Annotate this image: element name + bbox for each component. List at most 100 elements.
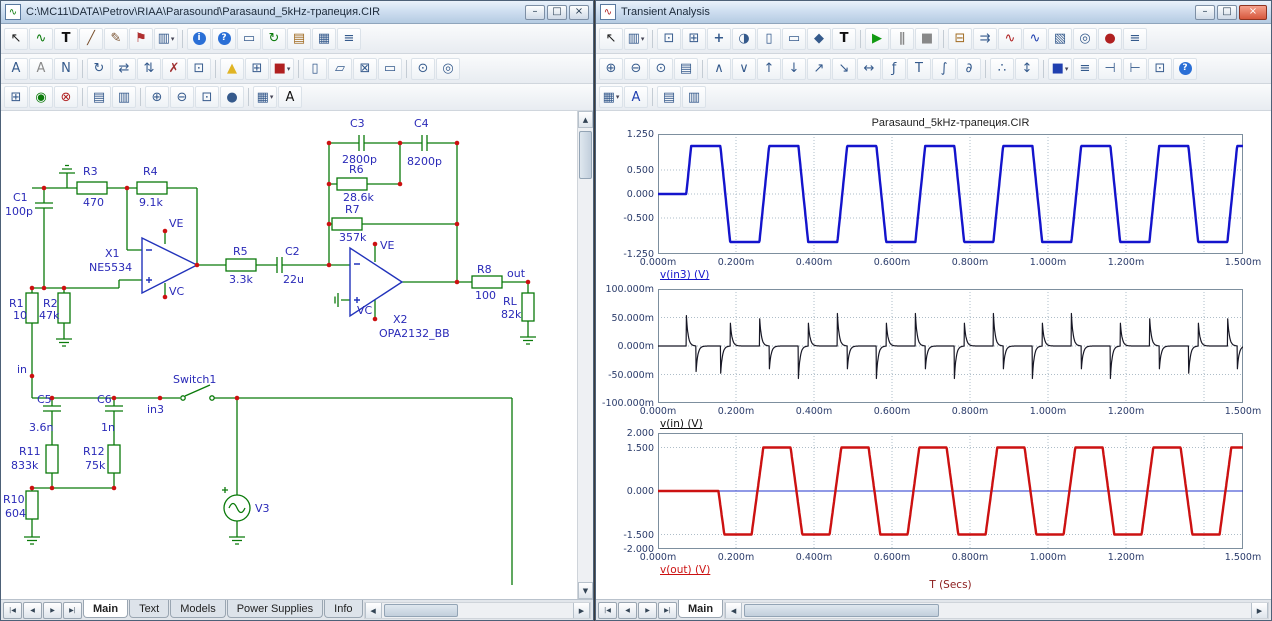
schematic-label-604[interactable]: 604 — [5, 507, 26, 520]
paste-button[interactable]: ▥ — [682, 86, 706, 108]
copy-button[interactable]: ▤ — [657, 86, 681, 108]
schematic-label-R12[interactable]: R12 — [83, 445, 105, 458]
border-tool-button[interactable]: ▭ — [378, 58, 402, 80]
numeric-output-button[interactable]: ≡ — [1123, 28, 1147, 50]
color-menu-dropdown-icon[interactable]: ▾ — [287, 65, 291, 73]
vertical-tag-button[interactable]: ▯ — [757, 28, 781, 50]
3d-windows-button[interactable]: ▧ — [1048, 28, 1072, 50]
schematic-label-100[interactable]: 100 — [475, 289, 496, 302]
wire-mode-button[interactable]: ∿ — [29, 28, 53, 50]
color-menu-button[interactable]: ■▾ — [270, 58, 294, 80]
numeric-list-button[interactable]: ≡ — [1073, 58, 1097, 80]
tab-info[interactable]: Info — [324, 600, 362, 618]
close-button[interactable]: × — [569, 5, 589, 20]
schematic-label-OPA2132_BB[interactable]: OPA2132_BB — [379, 327, 450, 340]
scroll-left-button[interactable]: ◀ — [365, 603, 382, 618]
grid-text-button[interactable]: A — [29, 58, 53, 80]
tab-nav-next-button[interactable]: ▶ — [638, 602, 657, 619]
flag-mode-button[interactable]: ⚑ — [129, 28, 153, 50]
schematic-label-357k[interactable]: 357k — [339, 231, 367, 244]
region-box-button[interactable]: ⊠ — [353, 58, 377, 80]
schematic-label-VC[interactable]: VC — [357, 304, 373, 317]
tab-nav-next-button[interactable]: ▶ — [43, 602, 62, 619]
mode-menu-dropdown-icon[interactable]: ▾ — [270, 93, 274, 101]
maximize-button[interactable]: □ — [547, 5, 567, 20]
schematic-label-R4[interactable]: R4 — [143, 165, 158, 178]
window-select-button[interactable]: ▭ — [237, 28, 261, 50]
watch-button[interactable]: ◎ — [1073, 28, 1097, 50]
schematic-label-9.1k[interactable]: 9.1k — [139, 196, 163, 209]
grid-menu-button[interactable]: ▦▾ — [599, 86, 623, 108]
scroll-left-button[interactable]: ◀ — [725, 603, 742, 618]
run-button[interactable]: ▶ — [865, 28, 889, 50]
horizontal-scroll-thumb[interactable] — [744, 604, 939, 617]
schematic-label-10[interactable]: 10 — [13, 309, 27, 322]
schematic-label-R11[interactable]: R11 — [19, 445, 41, 458]
help-mode-button[interactable]: ? — [212, 28, 236, 50]
schematic-label-R8[interactable]: R8 — [477, 263, 492, 276]
schematic-label-C2[interactable]: C2 — [285, 245, 300, 258]
magnify-query-button[interactable]: ⊙ — [649, 58, 673, 80]
tab-nav-first-button[interactable]: |◀ — [3, 602, 22, 619]
new-page-button[interactable]: ▯ — [303, 58, 327, 80]
tag-high-button[interactable]: ↑ — [757, 58, 781, 80]
plot-box-3[interactable] — [658, 433, 1243, 549]
tile-windows-button[interactable]: ⊞ — [4, 86, 28, 108]
schematic-label-Switch1[interactable]: Switch1 — [173, 373, 216, 386]
close-file-button[interactable]: ⊗ — [54, 86, 78, 108]
zoom-area-button[interactable]: ⊡ — [195, 86, 219, 108]
go-left-button[interactable]: ⊣ — [1098, 58, 1122, 80]
mirror-vertical-button[interactable]: ⇅ — [137, 58, 161, 80]
schematic-label-NE5534[interactable]: NE5534 — [89, 261, 132, 274]
horizontal-scroll-thumb[interactable] — [384, 604, 459, 617]
cut-button[interactable]: ✗ — [162, 58, 186, 80]
analysis-titlebar[interactable]: ∿ Transient Analysis – □ × — [596, 1, 1271, 24]
magnify-out-button[interactable]: ⊖ — [624, 58, 648, 80]
component-menu-dropdown-icon[interactable]: ▾ — [171, 35, 175, 43]
maximize-button[interactable]: □ — [1217, 5, 1237, 20]
tab-power-supplies[interactable]: Power Supplies — [227, 600, 323, 618]
schematic-label-VE[interactable]: VE — [169, 217, 184, 230]
vertical-scroll-track[interactable] — [578, 128, 593, 582]
tag-fall-button[interactable]: ↘ — [832, 58, 856, 80]
tab-models[interactable]: Models — [170, 600, 225, 618]
schematic-label-3.6n[interactable]: 3.6n — [29, 421, 53, 434]
plot-box-2[interactable] — [658, 289, 1243, 403]
schematic-label-in3[interactable]: in3 — [147, 403, 164, 416]
paste-from-clipboard-button[interactable]: ▥ — [112, 86, 136, 108]
horizontal-scrollbar[interactable]: ◀▶ — [724, 602, 1269, 619]
schematic-label-in[interactable]: in — [17, 363, 27, 376]
cursor-mode-button[interactable]: + — [707, 28, 731, 50]
schematic-label-833k[interactable]: 833k — [11, 459, 39, 472]
schematic-label-470[interactable]: 470 — [83, 196, 104, 209]
scroll-up-button[interactable]: ▲ — [578, 111, 593, 128]
horizontal-tag-button[interactable]: ▭ — [782, 28, 806, 50]
schematic-label-8200p[interactable]: 8200p — [407, 155, 442, 168]
color-menu-dropdown-icon[interactable]: ▾ — [1065, 65, 1069, 73]
zoom-out-button[interactable]: ⊖ — [170, 86, 194, 108]
ruler-button[interactable]: ↕ — [1015, 58, 1039, 80]
derivative-button[interactable]: ∂ — [957, 58, 981, 80]
scroll-down-button[interactable]: ▼ — [578, 582, 593, 599]
plot-box-1[interactable] — [658, 134, 1243, 254]
info-mode-button[interactable]: i — [187, 28, 211, 50]
minimize-button[interactable]: – — [525, 5, 545, 20]
schematic-canvas[interactable]: C32800pC48200pR628.6kR7357kR3470R49.1kC1… — [1, 111, 578, 599]
waveform-blue-button[interactable]: ∿ — [1023, 28, 1047, 50]
pause-button[interactable]: ∥ — [890, 28, 914, 50]
integral-button[interactable]: ∫ — [932, 58, 956, 80]
schematic-vertical-scrollbar[interactable]: ▲ ▼ — [577, 111, 593, 599]
waveform-red-button[interactable]: ∿ — [998, 28, 1022, 50]
tag-rise-button[interactable]: ↗ — [807, 58, 831, 80]
schematic-label-VC[interactable]: VC — [169, 285, 185, 298]
scale-mode-button[interactable]: ⊞ — [682, 28, 706, 50]
zoom-fit-button[interactable]: ⊡ — [1148, 58, 1172, 80]
select-mode-button[interactable]: ↖ — [599, 28, 623, 50]
schematic-drawing[interactable]: C32800pC48200pR628.6kR7357kR3470R49.1kC1… — [1, 111, 559, 585]
go-right-button[interactable]: ⊢ — [1123, 58, 1147, 80]
schematic-label-VE[interactable]: VE — [380, 239, 395, 252]
horizontal-scroll-track[interactable] — [382, 603, 573, 618]
horizontal-scroll-track[interactable] — [742, 603, 1251, 618]
find-button[interactable]: ⊙ — [411, 58, 435, 80]
schematic-label-R10[interactable]: R10 — [3, 493, 25, 506]
